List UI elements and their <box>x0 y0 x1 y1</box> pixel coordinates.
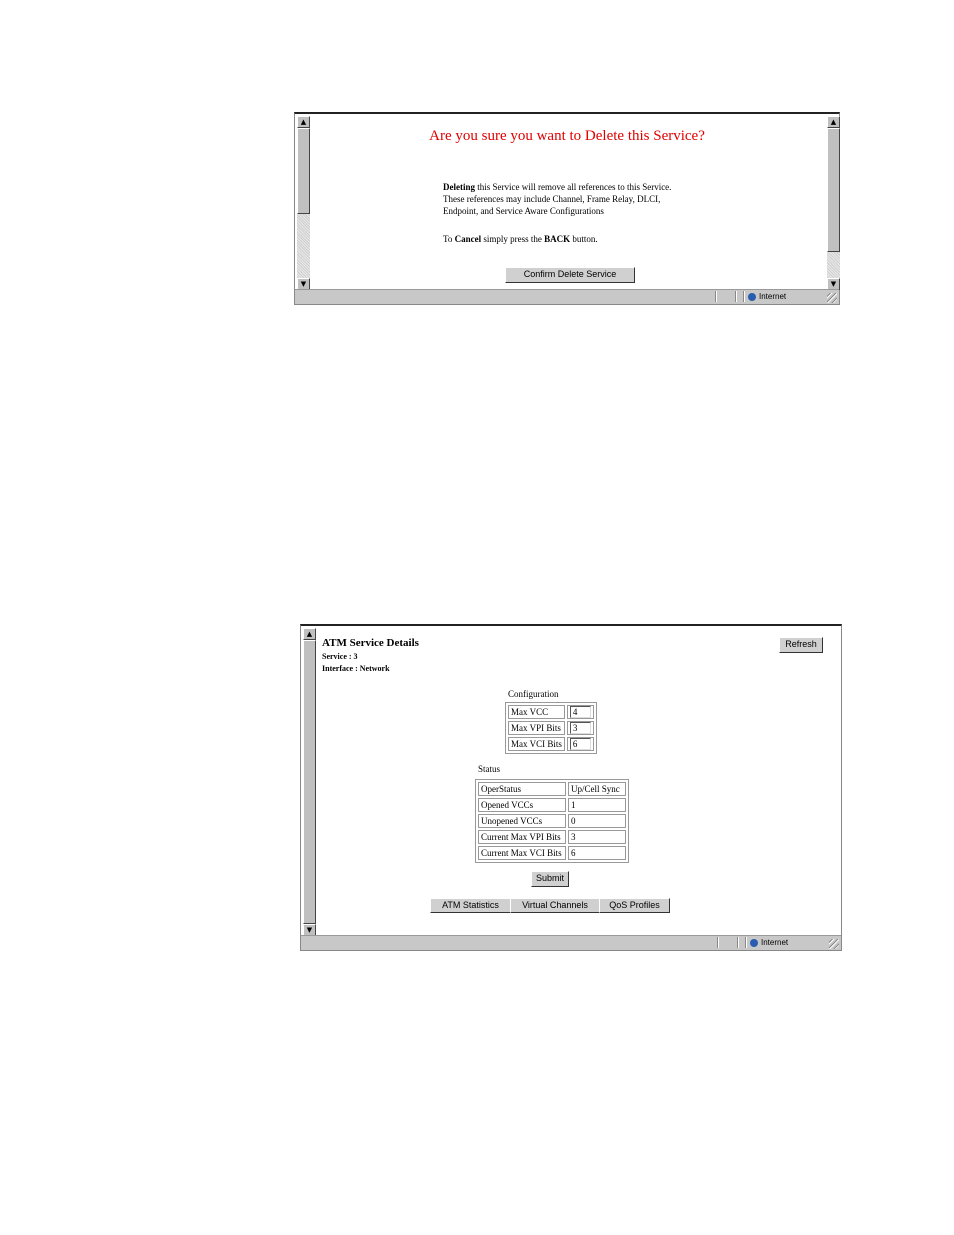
table-row: Unopened VCCs 0 <box>478 814 626 828</box>
resize-grip-icon[interactable] <box>829 939 839 949</box>
config-label: Max VPI Bits <box>508 721 565 735</box>
internet-zone-icon <box>748 292 756 301</box>
internet-zone-icon <box>750 938 758 947</box>
config-value-cell: 3 <box>566 721 594 735</box>
warning-line-2: These references may include Channel, Fr… <box>443 194 661 204</box>
delete-warning-text: Deleting this Service will remove all re… <box>443 181 671 217</box>
back-emphasis: BACK <box>544 234 571 244</box>
status-value-cell: 3 <box>568 830 626 844</box>
tab-qos-profiles[interactable]: QoS Profiles <box>599 898 670 913</box>
table-row: OperStatus Up/Cell Sync <box>478 782 626 796</box>
status-label-cell: Unopened VCCs <box>478 814 566 828</box>
refresh-button[interactable]: Refresh <box>779 637 823 653</box>
tab-virtual-channels[interactable]: Virtual Channels <box>510 898 600 913</box>
status-label-cell: Opened VCCs <box>478 798 566 812</box>
table-row: Max VCI Bits 6 <box>508 737 594 751</box>
status-divider <box>717 937 719 948</box>
status-label-cell: Current Max VCI Bits <box>478 846 566 860</box>
table-row: Current Max VPI Bits 3 <box>478 830 626 844</box>
status-table: OperStatus Up/Cell Sync Opened VCCs 1 Un… <box>475 779 629 863</box>
zone-label: Internet <box>761 938 789 947</box>
atm-service-details-window: ▲ ▼ ATM Service Details Service : 3 Inte… <box>300 624 842 951</box>
status-divider <box>715 291 717 302</box>
config-label: Max VCI Bits <box>508 737 565 751</box>
table-row: Max VCC 4 <box>508 705 594 719</box>
warning-line-3: Endpoint, and Service Aware Configuratio… <box>443 206 604 216</box>
submit-button[interactable]: Submit <box>531 871 569 887</box>
config-label: Max VCC <box>508 705 565 719</box>
status-value-cell: 1 <box>568 798 626 812</box>
status-value-cell: 6 <box>568 846 626 860</box>
config-value-cell: 4 <box>566 705 594 719</box>
table-row: Opened VCCs 1 <box>478 798 626 812</box>
table-row: Current Max VCI Bits 6 <box>478 846 626 860</box>
max-vci-bits-input[interactable]: 6 <box>569 738 591 750</box>
scroll-up-icon[interactable]: ▲ <box>297 116 310 128</box>
table-row: Max VPI Bits 3 <box>508 721 594 735</box>
status-divider <box>745 937 747 948</box>
page-title: ATM Service Details <box>322 637 419 649</box>
interface-line: Interface : Network <box>322 664 390 673</box>
configuration-label: Configuration <box>508 689 559 699</box>
config-value-cell: 6 <box>566 737 594 751</box>
status-value-cell: 0 <box>568 814 626 828</box>
max-vpi-bits-input[interactable]: 3 <box>569 722 591 734</box>
security-zone: Internet <box>750 937 788 949</box>
status-label-cell: Current Max VPI Bits <box>478 830 566 844</box>
warning-line-1: this Service will remove all references … <box>475 182 672 192</box>
confirm-delete-service-button[interactable]: Confirm Delete Service <box>505 267 635 283</box>
status-bar: Internet <box>295 289 839 304</box>
security-zone: Internet <box>748 291 786 303</box>
configuration-table: Max VCC 4 Max VPI Bits 3 Max VCI Bits 6 <box>505 702 597 754</box>
zone-label: Internet <box>759 292 787 301</box>
cancel-emphasis: Cancel <box>454 234 482 244</box>
status-divider <box>743 291 745 302</box>
service-line: Service : 3 <box>322 652 358 661</box>
status-bar: Internet <box>301 935 841 950</box>
tab-atm-statistics[interactable]: ATM Statistics <box>430 898 511 913</box>
status-label: Status <box>478 764 501 774</box>
status-value-cell: Up/Cell Sync <box>568 782 626 796</box>
scroll-up-icon[interactable]: ▲ <box>827 116 840 128</box>
scroll-thumb[interactable] <box>303 640 316 924</box>
max-vcc-input[interactable]: 4 <box>569 706 591 718</box>
scroll-up-icon[interactable]: ▲ <box>303 628 316 640</box>
delete-confirmation-window: ▲ ▼ ▲ ▼ Are you sure you want to Delete … <box>294 112 840 305</box>
left-scrollbar[interactable]: ▲ ▼ <box>303 628 316 936</box>
status-label-cell: OperStatus <box>478 782 566 796</box>
status-divider <box>737 937 739 948</box>
scroll-thumb[interactable] <box>827 128 840 252</box>
cancel-instructions: To Cancel simply press the BACK button. <box>443 234 598 244</box>
resize-grip-icon[interactable] <box>827 293 837 303</box>
deleting-emphasis: Deleting <box>443 182 475 192</box>
status-divider <box>735 291 737 302</box>
delete-prompt-title: Are you sure you want to Delete this Ser… <box>429 128 705 144</box>
